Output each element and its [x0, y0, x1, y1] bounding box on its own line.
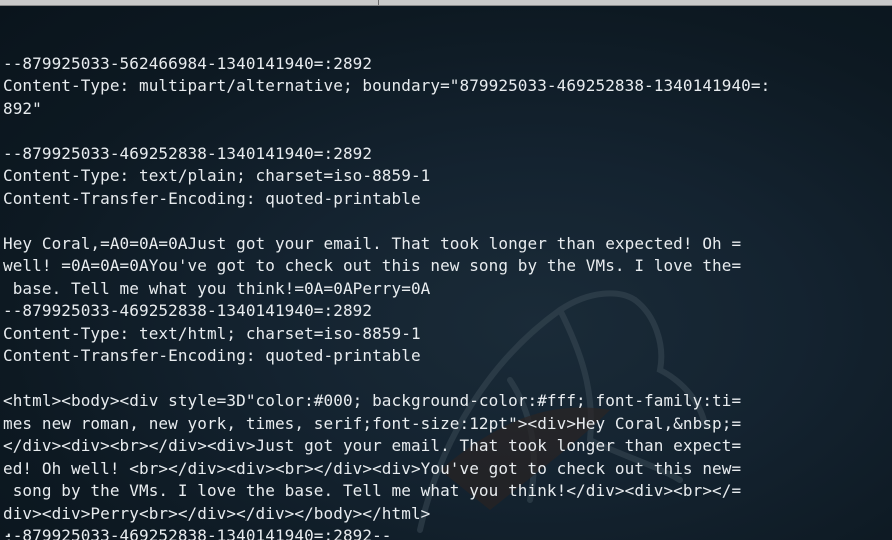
terminal-line: --879925033-469252838-1340141940=:2892	[3, 301, 373, 320]
terminal-line: --879925033-469252838-1340141940=:2892	[3, 143, 373, 163]
terminal-line: Content-Transfer-Encoding: quoted-printa…	[3, 188, 421, 208]
terminal-line: Content-Type: text/plain; charset=iso-88…	[3, 166, 431, 185]
terminal-output[interactable]: --879925033-562466984-1340141940=:2892 Co…	[0, 30, 892, 540]
terminal-line: </div><div><br></div><div>Just got your …	[3, 436, 742, 455]
terminal-line: Content-Type: multipart/alternative; bou…	[3, 76, 771, 95]
window-top-strip	[0, 0, 892, 6]
terminal-line: ed! Oh well! <br></div><div><br></div><d…	[3, 458, 742, 478]
terminal-line: well! =0A=0A=0AYou've got to check out t…	[3, 256, 742, 275]
terminal-line: div><div>Perry<br></div></div></body></h…	[3, 503, 431, 523]
terminal-line: Hey Coral,=A0=0A=0AJust got your email. …	[3, 233, 742, 253]
terminal-line: base. Tell me what you think!=0A=0APerry…	[3, 278, 431, 298]
tab-divider	[378, 0, 379, 5]
terminal-window: --879925033-562466984-1340141940=:2892 Co…	[0, 0, 892, 540]
terminal-line: song by the VMs. I love the base. Tell m…	[3, 481, 742, 500]
prompt-tail: :	[4, 527, 14, 540]
terminal-line: mes new roman, new york, times, serif;fo…	[3, 413, 742, 433]
terminal-line: <html><body><div style=3D"color:#000; ba…	[3, 391, 742, 410]
terminal-line: --879925033-562466984-1340141940=:2892	[3, 53, 373, 73]
terminal-line: Content-Type: text/html; charset=iso-885…	[3, 323, 421, 343]
terminal-line: 892"	[3, 98, 42, 118]
terminal-line: Content-Transfer-Encoding: quoted-printa…	[3, 346, 421, 365]
terminal-line: --879925033-469252838-1340141940=:2892--	[3, 526, 392, 540]
